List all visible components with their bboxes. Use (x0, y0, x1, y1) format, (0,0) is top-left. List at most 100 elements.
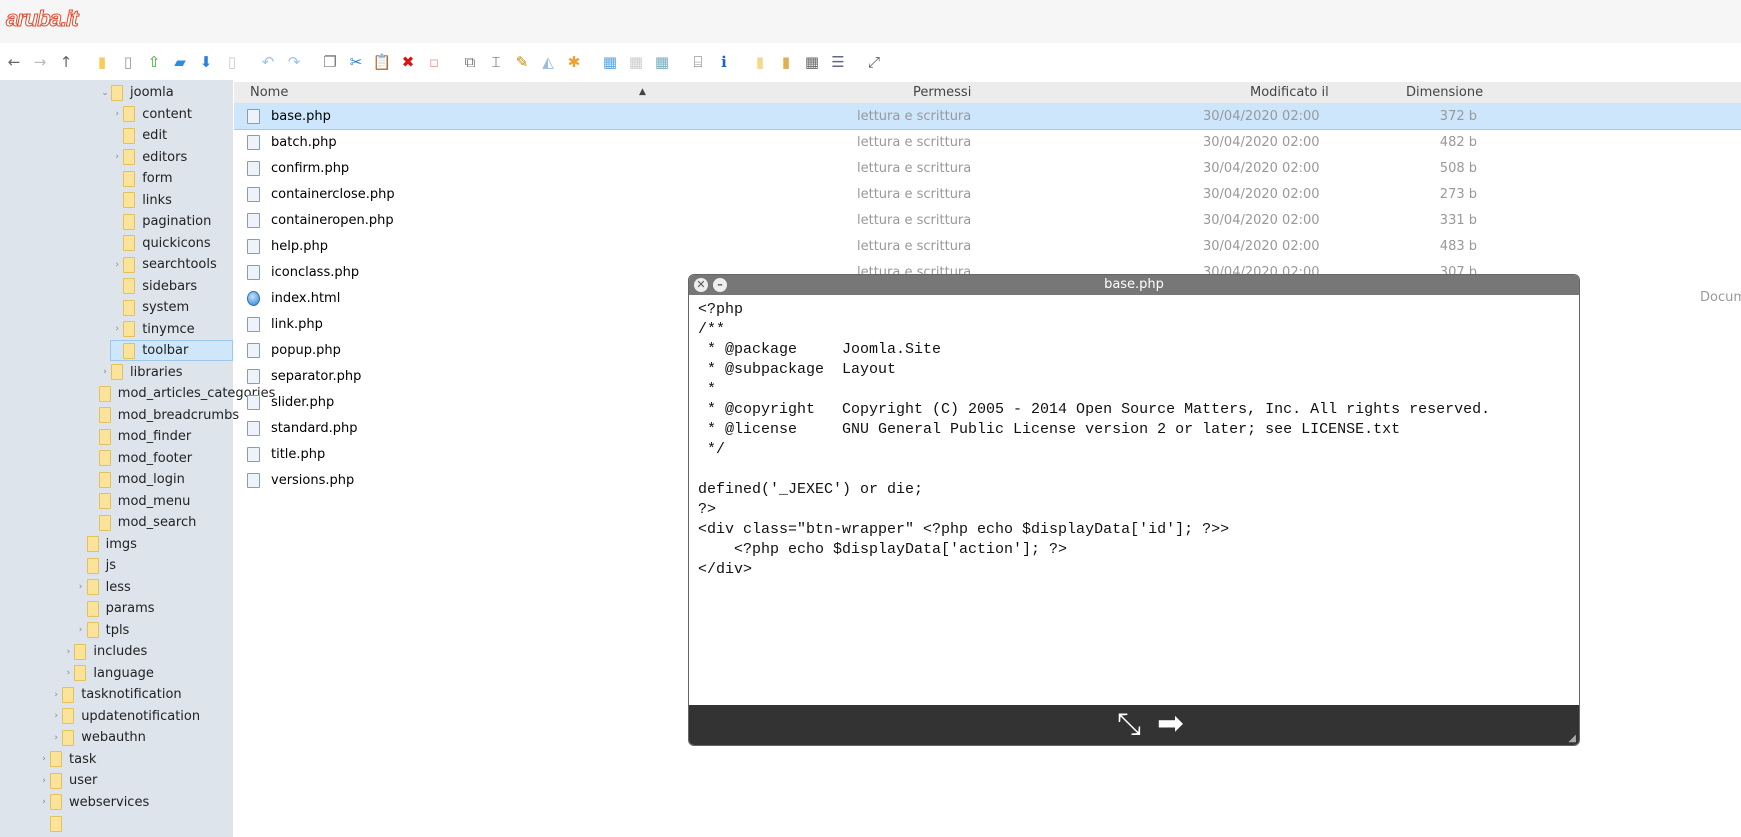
tree-item[interactable]: › includes (62, 641, 147, 662)
copy-icon[interactable]: ❐ (320, 52, 340, 72)
minimize-icon[interactable]: – (713, 278, 727, 292)
dialog-titlebar[interactable]: ✕ – base.php (689, 275, 1579, 295)
expand-arrow-icon[interactable]: › (75, 582, 87, 592)
tree-item[interactable]: js (75, 555, 116, 576)
tree-item[interactable]: links (111, 190, 172, 211)
expand-arrow-icon[interactable]: › (50, 733, 62, 743)
fullscreen-icon[interactable]: ⤡ (1117, 707, 1141, 742)
tree-item[interactable]: system (111, 297, 189, 318)
tree-item[interactable]: › webservices (38, 792, 149, 813)
paste-icon[interactable]: 📋 (372, 52, 392, 72)
file-row[interactable]: containeropen.php lettura e scrittura 30/0… (234, 208, 1741, 234)
tree-item[interactable]: mod_footer (87, 448, 192, 469)
tree-item[interactable]: › language (62, 663, 154, 684)
preview-icon[interactable]: ⌸ (688, 52, 708, 72)
column-size[interactable]: Dimensione (1406, 85, 1483, 100)
tree-item[interactable]: mod_breadcrumbs (87, 405, 239, 426)
tree-item[interactable]: edit (111, 125, 167, 146)
expand-arrow-icon[interactable]: › (62, 668, 74, 678)
edit-icon[interactable]: ✎ (512, 52, 532, 72)
archive-icon[interactable]: ▮ (750, 52, 770, 72)
expand-arrow-icon[interactable]: › (75, 625, 87, 635)
tree-item[interactable]: mod_search (87, 512, 196, 533)
view-list-icon[interactable]: ▦ (626, 52, 646, 72)
expand-arrow-icon[interactable]: › (50, 711, 62, 721)
tree-item[interactable]: imgs (75, 534, 137, 555)
expand-arrow-icon[interactable]: ⌄ (99, 88, 111, 98)
extract-icon[interactable]: ✱ (564, 52, 584, 72)
column-name[interactable]: Nome (250, 85, 288, 100)
tree-item[interactable]: pagination (111, 211, 211, 232)
tree-item[interactable]: ⌄ joomla (99, 82, 174, 103)
tree-item[interactable]: sidebars (111, 276, 197, 297)
forward-icon[interactable]: → (30, 52, 50, 72)
expand-arrow-icon[interactable]: › (50, 690, 62, 700)
expand-arrow-icon[interactable]: › (111, 324, 123, 334)
column-permissions[interactable]: Permessi (913, 85, 971, 100)
tree-item[interactable]: › content (111, 104, 192, 125)
tree-item[interactable]: › less (75, 577, 131, 598)
rename-icon[interactable]: ⌶ (486, 52, 506, 72)
cut-icon[interactable]: ✂ (346, 52, 366, 72)
select-all-icon[interactable]: ▦ (802, 52, 822, 72)
tree-item[interactable]: › tinymce (111, 319, 195, 340)
resize-icon[interactable]: ◭ (538, 52, 558, 72)
tree-item[interactable]: › tpls (75, 620, 129, 641)
tree-item[interactable] (38, 813, 69, 834)
delete-icon[interactable]: ✖ (398, 52, 418, 72)
close-icon[interactable]: ✕ (694, 278, 708, 292)
expand-arrow-icon[interactable]: › (38, 776, 50, 786)
info-icon[interactable]: ℹ (714, 52, 734, 72)
fullscreen-icon[interactable]: ⤢ (864, 52, 884, 72)
expand-arrow-icon[interactable]: › (38, 797, 50, 807)
file-row[interactable]: confirm.php lettura e scrittura 30/04/2020… (234, 156, 1741, 182)
file-row[interactable]: containerclose.php lettura e scrittura 30/… (234, 182, 1741, 208)
tree-item[interactable]: form (111, 168, 173, 189)
expand-arrow-icon[interactable]: › (99, 367, 111, 377)
expand-arrow-icon[interactable]: › (38, 754, 50, 764)
extract-archive-icon[interactable]: ▮ (776, 52, 796, 72)
tree-item[interactable]: quickicons (111, 233, 211, 254)
tree-item[interactable]: › webauthn (50, 727, 146, 748)
empty-icon[interactable]: ▫ (424, 52, 444, 72)
tree-item[interactable]: toolbar (110, 340, 233, 361)
column-modified[interactable]: Modificato il (1250, 85, 1329, 100)
folder-icon (98, 514, 111, 531)
tree-item[interactable]: mod_finder (87, 426, 191, 447)
tree-item[interactable]: params (75, 598, 155, 619)
undo-icon[interactable]: ↶ (258, 52, 278, 72)
expand-arrow-icon[interactable]: › (62, 647, 74, 657)
tree-item[interactable]: › task (38, 749, 96, 770)
resize-handle-icon[interactable]: ◢ (1568, 733, 1576, 744)
tree-item[interactable]: › editors (111, 147, 187, 168)
redo-icon[interactable]: ↷ (284, 52, 304, 72)
file-row[interactable]: base.php lettura e scrittura 30/04/2020 02… (234, 104, 1741, 130)
file-row[interactable]: help.php lettura e scrittura 30/04/2020 02… (234, 234, 1741, 260)
next-arrow-icon[interactable]: ➡ (1157, 704, 1184, 742)
expand-arrow-icon[interactable]: › (111, 260, 123, 270)
folder-tree[interactable]: ⌄ joomla › content edit › editors form links pagi… (0, 80, 275, 837)
tree-item[interactable]: › tasknotification (50, 684, 182, 705)
tree-item[interactable]: mod_menu (87, 491, 190, 512)
tree-item[interactable]: mod_login (87, 469, 185, 490)
back-icon[interactable]: ← (4, 52, 24, 72)
upload-icon[interactable]: ⇧ (144, 52, 164, 72)
view-mixed-icon[interactable]: ▦ (652, 52, 672, 72)
file-disabled-icon[interactable]: ▯ (222, 52, 242, 72)
expand-arrow-icon[interactable]: › (111, 109, 123, 119)
duplicate-icon[interactable]: ⧉ (460, 52, 480, 72)
file-icon[interactable]: ▯ (118, 52, 138, 72)
tree-item[interactable]: › updatenotification (50, 706, 200, 727)
up-icon[interactable]: ↑ (56, 52, 76, 72)
columns-icon[interactable]: ☰ (828, 52, 848, 72)
tree-item[interactable]: › libraries (99, 362, 183, 383)
view-icons-icon[interactable]: ▦ (600, 52, 620, 72)
open-folder-icon[interactable]: ▰ (170, 52, 190, 72)
tree-item[interactable]: › searchtools (111, 254, 217, 275)
expand-arrow-icon[interactable]: › (111, 152, 123, 162)
tree-item-label: task (69, 751, 97, 767)
download-icon[interactable]: ⬇ (196, 52, 216, 72)
tree-item[interactable]: › user (38, 770, 97, 791)
file-row[interactable]: batch.php lettura e scrittura 30/04/2020 0… (234, 130, 1741, 156)
folder-icon[interactable]: ▮ (92, 52, 112, 72)
